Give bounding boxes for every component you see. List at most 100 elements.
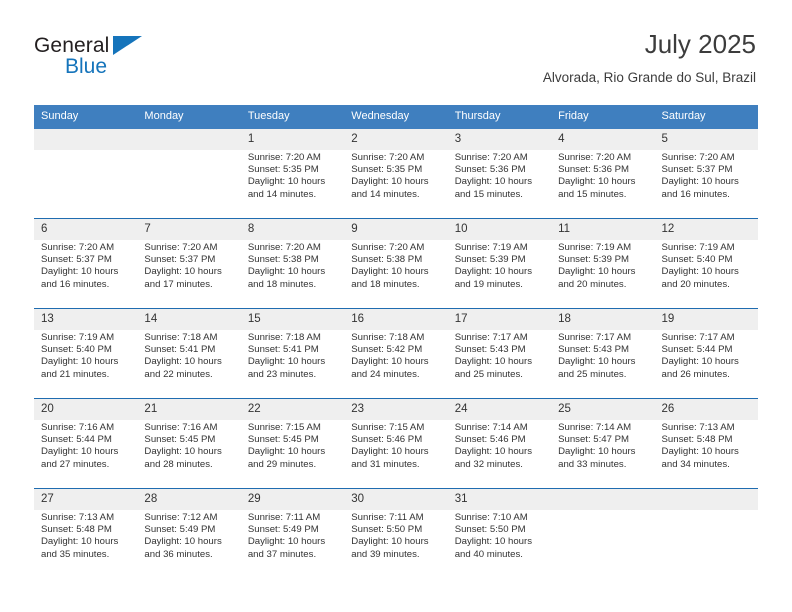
calendar-day-cell[interactable]: 25 Sunrise: 7:14 AM Sunset: 5:47 PM Dayligh… [551, 398, 655, 489]
day-number: 4 [551, 129, 655, 150]
calendar-day-cell[interactable]: 6 Sunrise: 7:20 AM Sunset: 5:37 PM Daylight… [34, 218, 138, 309]
sunset-text: Sunset: 5:39 PM [558, 254, 630, 266]
day-info: Sunrise: 7:11 AM Sunset: 5:49 PM Daylight:… [241, 510, 344, 561]
daylight-text-line2: and 32 minutes. [454, 458, 523, 470]
title-block: July 2025 Alvorada, Rio Grande do Sul, B… [543, 28, 756, 88]
day-number: 22 [240, 399, 345, 420]
calendar-day-cell[interactable]: 14 Sunrise: 7:18 AM Sunset: 5:41 PM Dayligh… [137, 308, 241, 399]
calendar-day-cell[interactable]: 27 Sunrise: 7:13 AM Sunset: 5:48 PM Dayligh… [34, 488, 138, 578]
daylight-text-line2: and 16 minutes. [41, 278, 110, 290]
daylight-text-line2: and 39 minutes. [351, 548, 420, 560]
daylight-text-line1: Daylight: 10 hours [247, 176, 326, 188]
general-blue-logo[interactable]: General Blue [34, 34, 174, 88]
day-info: Sunrise: 7:15 AM Sunset: 5:45 PM Daylight:… [241, 420, 344, 471]
sunset-text: Sunset: 5:35 PM [247, 164, 319, 176]
sunrise-text: Sunrise: 7:20 AM [247, 242, 321, 253]
calendar-day-cell[interactable]: 2 Sunrise: 7:20 AM Sunset: 5:35 PM Daylight… [344, 129, 448, 219]
daylight-text-line2: and 18 minutes. [247, 278, 317, 290]
calendar-day-cell[interactable]: 13 Sunrise: 7:19 AM Sunset: 5:40 PM Dayligh… [34, 308, 138, 399]
daylight-text-line1: Daylight: 10 hours [247, 266, 326, 278]
daylight-text-line2: and 20 minutes. [661, 278, 730, 290]
sunset-text: Sunset: 5:41 PM [247, 344, 319, 356]
calendar-day-cell[interactable]: 20 Sunrise: 7:16 AM Sunset: 5:44 PM Dayligh… [34, 398, 138, 489]
triangle-icon [113, 36, 142, 55]
day-number [654, 489, 758, 510]
daylight-text-line2: and 23 minutes. [247, 368, 317, 380]
daylight-text-line2: and 34 minutes. [661, 458, 730, 470]
daylight-text-line2: and 27 minutes. [41, 458, 110, 470]
day-info: Sunrise: 7:10 AM Sunset: 5:50 PM Daylight:… [448, 510, 551, 561]
day-number: 24 [447, 399, 552, 420]
day-number: 31 [447, 489, 552, 510]
calendar-day-cell[interactable]: 24 Sunrise: 7:14 AM Sunset: 5:46 PM Dayligh… [447, 398, 552, 489]
sunrise-text: Sunrise: 7:10 AM [454, 512, 528, 523]
daylight-text-line2: and 37 minutes. [247, 548, 317, 560]
calendar-empty-cell [34, 129, 138, 219]
calendar-day-cell[interactable]: 23 Sunrise: 7:15 AM Sunset: 5:46 PM Dayligh… [344, 398, 448, 489]
day-number: 1 [240, 129, 345, 150]
daylight-text-line2: and 28 minutes. [144, 458, 213, 470]
day-number: 7 [137, 219, 241, 240]
day-info: Sunrise: 7:19 AM Sunset: 5:39 PM Daylight:… [448, 240, 551, 291]
calendar-day-cell[interactable]: 26 Sunrise: 7:13 AM Sunset: 5:48 PM Dayligh… [654, 398, 758, 489]
sunrise-text: Sunrise: 7:20 AM [351, 152, 425, 163]
daylight-text-line1: Daylight: 10 hours [41, 536, 119, 548]
calendar-day-cell[interactable]: 8 Sunrise: 7:20 AM Sunset: 5:38 PM Daylight… [240, 218, 345, 309]
calendar-empty-cell [654, 488, 758, 578]
weekday-header-thursday: Thursday [447, 105, 552, 129]
sunset-text: Sunset: 5:37 PM [144, 254, 216, 266]
calendar-day-cell[interactable]: 18 Sunrise: 7:17 AM Sunset: 5:43 PM Dayligh… [551, 308, 655, 399]
calendar-day-cell[interactable]: 19 Sunrise: 7:17 AM Sunset: 5:44 PM Dayligh… [654, 308, 758, 399]
sunrise-text: Sunrise: 7:20 AM [144, 242, 218, 253]
sunset-text: Sunset: 5:44 PM [661, 344, 733, 356]
daylight-text-line2: and 29 minutes. [247, 458, 317, 470]
daylight-text-line1: Daylight: 10 hours [351, 536, 429, 548]
day-number: 15 [240, 309, 345, 330]
daylight-text-line1: Daylight: 10 hours [144, 266, 222, 278]
day-number [137, 129, 241, 150]
daylight-text-line1: Daylight: 10 hours [661, 356, 739, 368]
daylight-text-line2: and 20 minutes. [558, 278, 627, 290]
sunrise-text: Sunrise: 7:19 AM [558, 242, 632, 253]
day-number: 3 [447, 129, 552, 150]
day-number: 17 [447, 309, 552, 330]
calendar-day-cell[interactable]: 11 Sunrise: 7:19 AM Sunset: 5:39 PM Dayligh… [551, 218, 655, 309]
day-number: 16 [344, 309, 448, 330]
calendar-day-cell[interactable]: 29 Sunrise: 7:11 AM Sunset: 5:49 PM Dayligh… [240, 488, 345, 578]
calendar-day-cell[interactable]: 4 Sunrise: 7:20 AM Sunset: 5:36 PM Daylight… [551, 129, 655, 219]
sunset-text: Sunset: 5:37 PM [661, 164, 733, 176]
day-number: 29 [240, 489, 345, 510]
daylight-text-line1: Daylight: 10 hours [661, 176, 739, 188]
calendar-day-cell[interactable]: 5 Sunrise: 7:20 AM Sunset: 5:37 PM Daylight… [654, 129, 758, 219]
weekday-header-monday: Monday [137, 105, 241, 129]
daylight-text-line1: Daylight: 10 hours [41, 446, 119, 458]
day-number: 2 [344, 129, 448, 150]
calendar-day-cell[interactable]: 12 Sunrise: 7:19 AM Sunset: 5:40 PM Dayligh… [654, 218, 758, 309]
calendar-day-cell[interactable]: 15 Sunrise: 7:18 AM Sunset: 5:41 PM Dayligh… [240, 308, 345, 399]
daylight-text-line1: Daylight: 10 hours [454, 356, 533, 368]
sunset-text: Sunset: 5:36 PM [454, 164, 526, 176]
calendar-day-cell[interactable]: 21 Sunrise: 7:16 AM Sunset: 5:45 PM Dayligh… [137, 398, 241, 489]
calendar-day-cell[interactable]: 22 Sunrise: 7:15 AM Sunset: 5:45 PM Dayligh… [240, 398, 345, 489]
calendar-day-cell[interactable]: 28 Sunrise: 7:12 AM Sunset: 5:49 PM Dayligh… [137, 488, 241, 578]
sunset-text: Sunset: 5:42 PM [351, 344, 423, 356]
calendar-day-cell[interactable]: 30 Sunrise: 7:11 AM Sunset: 5:50 PM Dayligh… [344, 488, 448, 578]
calendar-day-cell[interactable]: 9 Sunrise: 7:20 AM Sunset: 5:38 PM Daylight… [344, 218, 448, 309]
calendar-day-cell[interactable]: 3 Sunrise: 7:20 AM Sunset: 5:36 PM Daylight… [447, 129, 552, 219]
calendar-day-cell[interactable]: 17 Sunrise: 7:17 AM Sunset: 5:43 PM Dayligh… [447, 308, 552, 399]
calendar-day-cell[interactable]: 1 Sunrise: 7:20 AM Sunset: 5:35 PM Daylight… [240, 129, 345, 219]
calendar-header-row: Sunday Monday Tuesday Wednesday Thursday… [34, 105, 758, 129]
sunset-text: Sunset: 5:49 PM [144, 524, 216, 536]
calendar-day-cell[interactable]: 10 Sunrise: 7:19 AM Sunset: 5:39 PM Dayligh… [447, 218, 552, 309]
calendar-day-cell[interactable]: 16 Sunrise: 7:18 AM Sunset: 5:42 PM Dayligh… [344, 308, 448, 399]
calendar-empty-cell [137, 129, 241, 219]
day-info: Sunrise: 7:20 AM Sunset: 5:37 PM Daylight:… [34, 240, 137, 291]
calendar-day-cell[interactable]: 7 Sunrise: 7:20 AM Sunset: 5:37 PM Daylight… [137, 218, 241, 309]
sunset-text: Sunset: 5:45 PM [247, 434, 319, 446]
day-number: 20 [34, 399, 138, 420]
sunrise-text: Sunrise: 7:20 AM [41, 242, 115, 253]
calendar-day-cell[interactable]: 31 Sunrise: 7:10 AM Sunset: 5:50 PM Dayligh… [447, 488, 552, 578]
page-subtitle: Alvorada, Rio Grande do Sul, Brazil [542, 70, 756, 85]
sunrise-text: Sunrise: 7:18 AM [351, 332, 425, 343]
sunrise-text: Sunrise: 7:17 AM [454, 332, 528, 343]
